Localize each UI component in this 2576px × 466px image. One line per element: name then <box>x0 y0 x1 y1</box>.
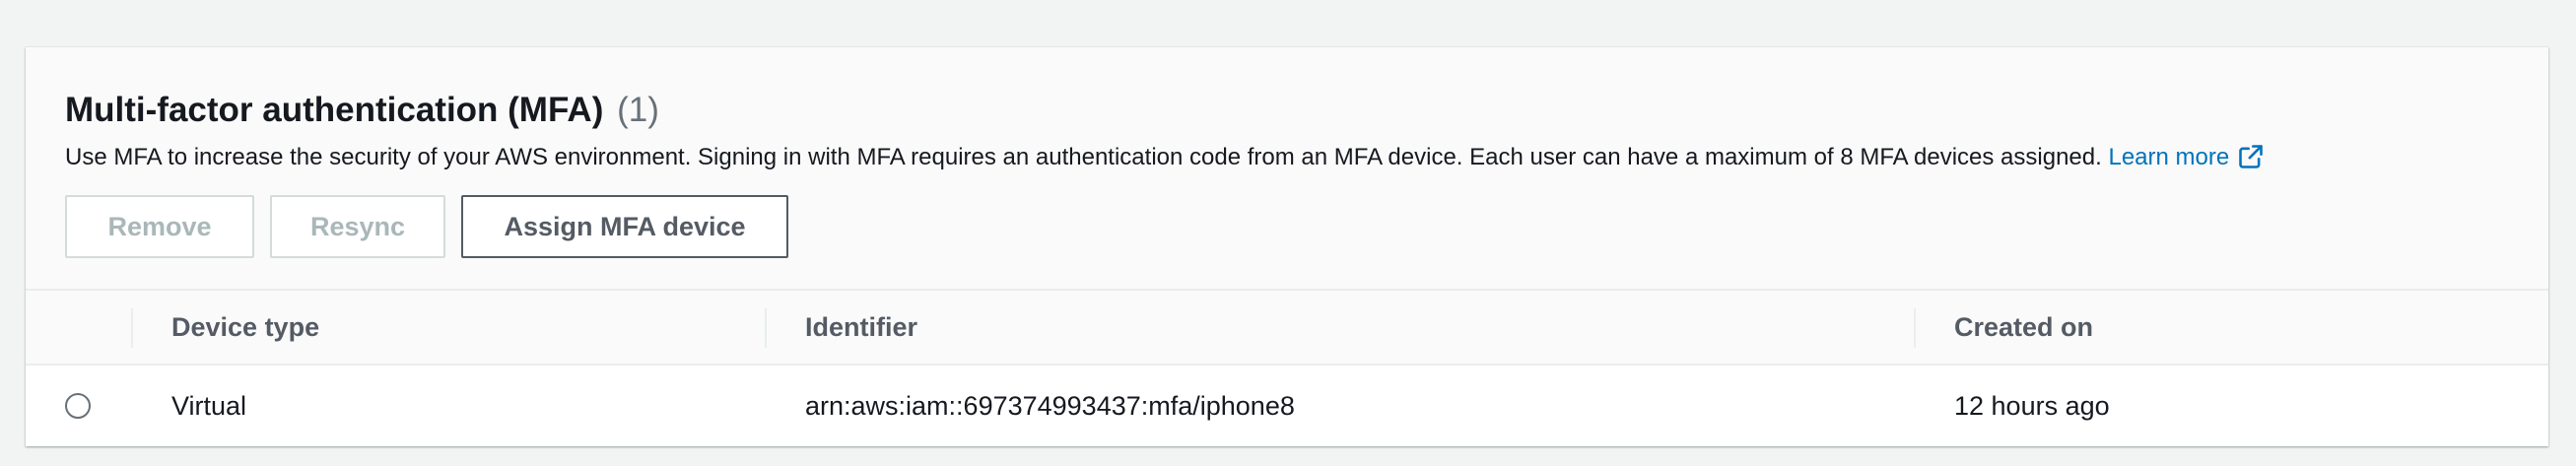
learn-more-label: Learn more <box>2108 144 2230 170</box>
assign-mfa-device-button[interactable]: Assign MFA device <box>461 195 788 258</box>
mfa-panel: Multi-factor authentication (MFA) (1) Us… <box>26 47 2548 446</box>
column-divider <box>765 308 767 348</box>
cell-identifier: arn:aws:iam::697374993437:mfa/iphone8 <box>805 390 1295 421</box>
column-header-created-on[interactable]: Created on <box>1954 291 2093 364</box>
remove-button[interactable]: Remove <box>65 195 254 258</box>
mfa-title: Multi-factor authentication (MFA) <box>65 91 604 129</box>
row-select-radio[interactable] <box>65 393 91 419</box>
mfa-title-row: Multi-factor authentication (MFA) (1) <box>65 91 659 130</box>
column-header-device-type[interactable]: Device type <box>171 291 319 364</box>
column-divider <box>1914 308 1916 348</box>
cell-device-type: Virtual <box>171 390 247 421</box>
mfa-panel-header: Multi-factor authentication (MFA) (1) Us… <box>26 47 2548 291</box>
mfa-description-row: Use MFA to increase the security of your… <box>65 143 2265 171</box>
cell-created-on: 12 hours ago <box>1954 390 2110 421</box>
column-divider <box>131 308 133 348</box>
resync-button[interactable]: Resync <box>270 195 445 258</box>
table-row[interactable]: Virtual arn:aws:iam::697374993437:mfa/ip… <box>26 366 2548 446</box>
learn-more-link[interactable]: Learn more <box>2108 144 2265 170</box>
external-link-icon <box>2239 145 2263 168</box>
mfa-count: (1) <box>617 91 659 129</box>
mfa-table-header: Device type Identifier Created on <box>26 291 2548 366</box>
column-header-identifier[interactable]: Identifier <box>805 291 917 364</box>
mfa-description: Use MFA to increase the security of your… <box>65 144 2102 170</box>
